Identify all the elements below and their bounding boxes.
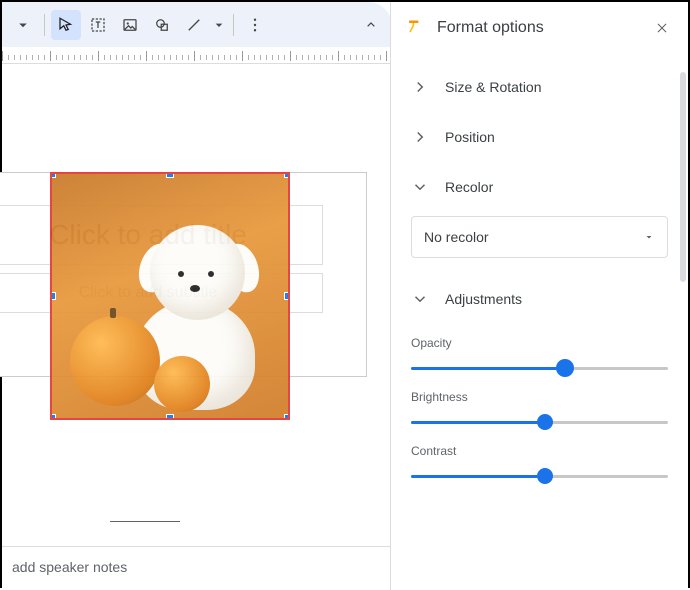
section-label: Size & Rotation (445, 79, 542, 95)
speaker-notes[interactable]: add speaker notes (2, 546, 392, 590)
resize-handle-tm[interactable] (166, 172, 174, 178)
divider (233, 14, 234, 36)
image-tool[interactable] (115, 10, 145, 40)
chevron-down-icon (411, 178, 429, 196)
line-tool-dropdown[interactable] (211, 10, 227, 40)
section-recolor[interactable]: Recolor (411, 162, 668, 212)
orange-illustration (70, 316, 160, 406)
chevron-right-icon (411, 128, 429, 146)
sidebar-body: Size & Rotation Position Recolor No reco… (391, 54, 688, 590)
recolor-value: No recolor (424, 229, 489, 245)
resize-handle-ml[interactable] (50, 292, 56, 300)
collapse-toolbar[interactable] (356, 10, 386, 40)
contrast-label: Contrast (411, 444, 668, 458)
notes-divider[interactable] (110, 521, 180, 522)
section-position[interactable]: Position (411, 112, 668, 162)
section-label: Recolor (445, 179, 493, 195)
toolbar (2, 2, 392, 48)
section-label: Position (445, 129, 495, 145)
slider-thumb[interactable] (556, 359, 574, 377)
opacity-slider[interactable] (411, 358, 668, 378)
more-tools[interactable] (240, 10, 270, 40)
format-options-sidebar: Format options Size & Rotation Position … (390, 2, 688, 590)
resize-handle-bm[interactable] (166, 414, 174, 420)
resize-handle-mr[interactable] (284, 292, 290, 300)
select-tool[interactable] (51, 10, 81, 40)
canvas[interactable]: Click to add title Click to add subtitle (2, 64, 392, 590)
shape-tool[interactable] (147, 10, 177, 40)
toolbar-dropdown[interactable] (8, 10, 38, 40)
contrast-slider[interactable] (411, 466, 668, 486)
resize-handle-tr[interactable] (284, 172, 290, 178)
chevron-right-icon (411, 78, 429, 96)
resize-handle-tl[interactable] (50, 172, 56, 178)
close-sidebar-button[interactable] (650, 16, 674, 40)
slider-thumb[interactable] (537, 414, 553, 430)
section-size-rotation[interactable]: Size & Rotation (411, 62, 668, 112)
section-label: Adjustments (445, 291, 522, 307)
orange-illustration (154, 356, 210, 412)
recolor-dropdown[interactable]: No recolor (411, 216, 668, 258)
line-tool[interactable] (179, 10, 209, 40)
caret-down-icon (643, 231, 655, 243)
scrollbar[interactable] (680, 72, 686, 282)
format-options-icon (405, 18, 425, 38)
image-content (52, 174, 288, 418)
brightness-label: Brightness (411, 390, 668, 404)
sidebar-title: Format options (437, 19, 638, 37)
text-box-tool[interactable] (83, 10, 113, 40)
selected-image[interactable] (50, 172, 290, 420)
section-adjustments[interactable]: Adjustments (411, 274, 668, 324)
brightness-slider[interactable] (411, 412, 668, 432)
chevron-down-icon (411, 290, 429, 308)
opacity-label: Opacity (411, 336, 668, 350)
close-icon (655, 21, 669, 35)
resize-handle-bl[interactable] (50, 414, 56, 420)
horizontal-ruler: // populated inline below via plain mark… (2, 48, 392, 64)
sidebar-header: Format options (391, 2, 688, 54)
divider (44, 14, 45, 36)
resize-handle-br[interactable] (284, 414, 290, 420)
slider-thumb[interactable] (537, 468, 553, 484)
